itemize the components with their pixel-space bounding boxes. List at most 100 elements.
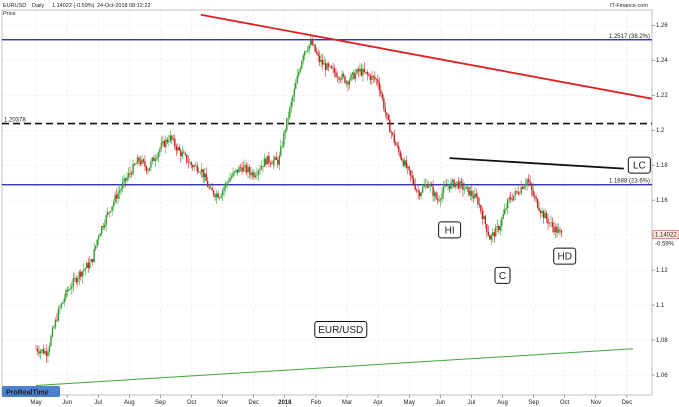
x-tick-label: Jul — [468, 400, 476, 406]
up-candle-body — [514, 191, 516, 196]
y-tick-label: 1.18 — [656, 163, 668, 169]
up-candle-body — [423, 185, 425, 188]
up-candle-body — [54, 319, 57, 328]
up-candle-body — [345, 81, 348, 84]
up-candle-body — [499, 225, 501, 231]
down-candle-body — [130, 173, 133, 175]
up-candle-body — [71, 286, 73, 289]
down-candle-body — [408, 166, 410, 171]
up-candle-body — [251, 172, 254, 176]
up-candle-body — [126, 177, 128, 181]
down-candle-body — [460, 181, 463, 183]
x-tick-label: May — [404, 400, 415, 406]
up-candle-body — [112, 202, 115, 207]
up-candle-body — [121, 182, 124, 189]
x-tick-label: Sep — [528, 400, 539, 406]
annotation-text: EUR/USD — [318, 325, 363, 336]
level-label: 1.2517 (38.2%) — [609, 34, 650, 40]
up-candle-body — [299, 68, 301, 73]
up-candle-body — [127, 172, 130, 178]
down-candle-body — [468, 186, 470, 196]
down-candle-body — [386, 112, 388, 115]
up-candle-body — [502, 214, 504, 219]
prorealtime-watermark: ProRealTime — [2, 386, 60, 397]
up-candle-body — [159, 148, 161, 153]
up-candle-body — [295, 83, 297, 89]
down-candle-body — [186, 154, 188, 163]
down-candle-body — [187, 162, 189, 163]
down-candle-body — [124, 178, 127, 181]
down-candle-body — [384, 108, 387, 113]
up-candle-body — [154, 159, 157, 161]
up-candle-body — [105, 215, 107, 225]
up-candle-body — [103, 224, 106, 228]
header-timeframe: Daily — [32, 3, 44, 9]
up-candle-body — [63, 298, 66, 302]
up-candle-body — [156, 157, 158, 160]
up-candle-body — [47, 351, 49, 357]
up-candle-body — [90, 259, 92, 263]
up-candle-body — [233, 171, 236, 173]
down-candle-body — [418, 192, 421, 197]
annotation-c: C — [494, 266, 511, 284]
up-candle-body — [362, 68, 364, 76]
up-candle-body — [520, 187, 522, 194]
up-candle-body — [306, 50, 309, 52]
up-candle-body — [95, 245, 97, 249]
up-candle-body — [220, 195, 222, 198]
down-candle-body — [529, 181, 531, 184]
down-candle-body — [178, 147, 181, 151]
up-candle-body — [242, 166, 245, 172]
up-candle-body — [221, 190, 224, 196]
up-candle-body — [501, 218, 503, 226]
up-candle-body — [323, 63, 325, 65]
up-candle-body — [84, 268, 86, 270]
down-candle-body — [539, 210, 542, 214]
up-candle-body — [459, 181, 461, 189]
down-candle-body — [108, 211, 110, 213]
up-candle-body — [160, 143, 163, 149]
up-candle-body — [209, 187, 212, 189]
up-candle-body — [548, 222, 551, 224]
down-candle-body — [405, 160, 407, 168]
down-candle-body — [35, 348, 37, 350]
up-candle-body — [451, 179, 454, 183]
up-candle-body — [50, 336, 52, 346]
up-candle-body — [193, 165, 195, 168]
up-candle-body — [62, 301, 64, 304]
watermark-text: ProRealTime — [6, 390, 49, 397]
up-candle-body — [203, 173, 206, 178]
down-candle-body — [205, 173, 207, 182]
up-candle-body — [298, 72, 300, 76]
down-candle-body — [335, 72, 337, 77]
up-candle-body — [541, 211, 543, 214]
last-price-change: -0.59% — [655, 242, 675, 248]
down-candle-body — [378, 82, 381, 91]
up-candle-body — [232, 172, 234, 177]
up-candle-body — [305, 51, 307, 52]
up-candle-body — [350, 74, 352, 81]
up-candle-body — [441, 193, 443, 200]
annotation-text: LC — [633, 161, 646, 172]
up-candle-body — [329, 66, 331, 67]
up-candle-body — [53, 327, 55, 329]
y-tick-label: 1.12 — [656, 268, 668, 274]
up-candle-body — [272, 160, 275, 165]
up-candle-body — [296, 75, 298, 84]
level-label: 1.20378 — [4, 118, 26, 124]
down-candle-body — [174, 138, 176, 147]
up-candle-body — [260, 166, 263, 170]
down-candle-body — [368, 74, 370, 76]
down-candle-body — [521, 187, 524, 189]
x-tick-label: 2018 — [278, 400, 292, 406]
up-candle-body — [39, 350, 42, 354]
up-candle-body — [111, 206, 113, 212]
x-tick-label: Mar — [342, 400, 352, 406]
up-candle-body — [309, 40, 312, 45]
up-candle-body — [557, 229, 560, 233]
down-candle-body — [553, 226, 555, 233]
up-candle-body — [120, 188, 122, 191]
up-candle-body — [495, 226, 497, 237]
up-candle-body — [181, 152, 183, 157]
down-candle-body — [180, 150, 182, 157]
